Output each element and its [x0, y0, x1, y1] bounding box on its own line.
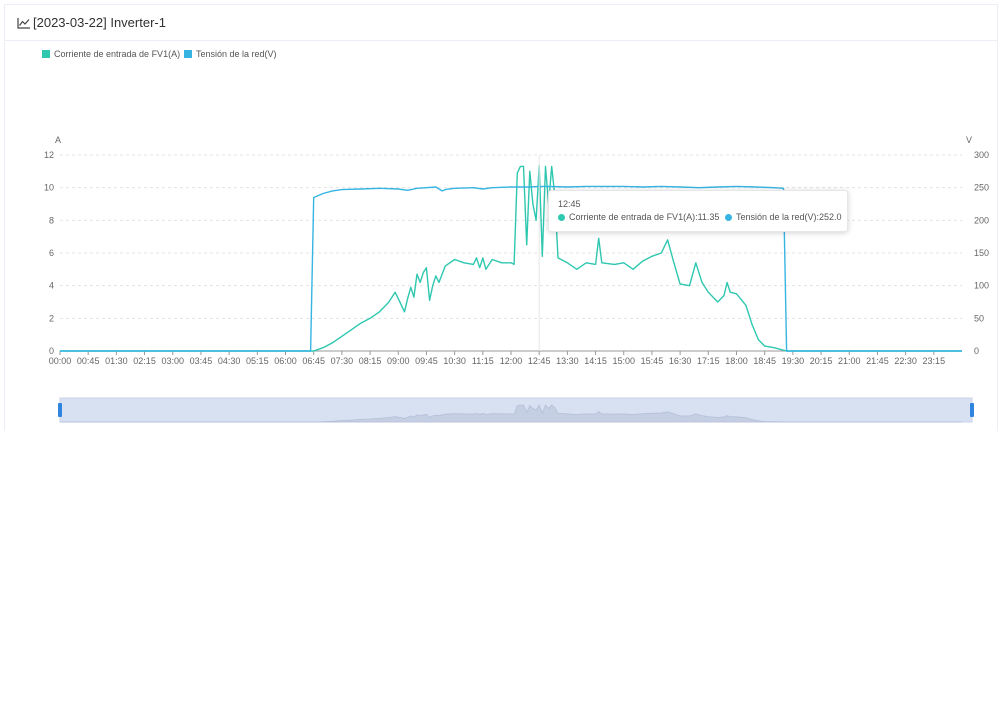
y-right-tick-label: 150 — [974, 248, 989, 258]
y-left-tick-label: 12 — [44, 150, 54, 160]
y-right-tick-label: 200 — [974, 215, 989, 225]
y-left-tick-label: 0 — [49, 346, 54, 356]
x-tick-label: 18:45 — [753, 356, 776, 366]
x-tick-label: 22:30 — [894, 356, 917, 366]
x-tick-label: 12:45 — [528, 356, 551, 366]
x-tick-label: 01:30 — [105, 356, 128, 366]
tooltip-item-label: Corriente de entrada de FV1(A):11.35 — [569, 212, 720, 222]
x-tick-label: 05:15 — [246, 356, 269, 366]
x-tick-label: 11:15 — [472, 356, 494, 366]
y-right-tick-label: 250 — [974, 183, 989, 193]
y-left-tick-label: 10 — [44, 183, 54, 193]
x-tick-label: 02:15 — [133, 356, 156, 366]
x-tick-label: 21:00 — [838, 356, 861, 366]
x-tick-label: 17:15 — [697, 356, 720, 366]
x-tick-label: 08:15 — [359, 356, 382, 366]
x-tick-label: 20:15 — [810, 356, 833, 366]
x-tick-label: 10:30 — [443, 356, 466, 366]
chart-tooltip: 12:45 Corriente de entrada de FV1(A):11.… — [548, 190, 848, 232]
legend-label: Tensión de la red(V) — [196, 49, 277, 59]
y-right-tick-label: 300 — [974, 150, 989, 160]
x-tick-label: 07:30 — [331, 356, 354, 366]
y-left-unit-label: A — [55, 135, 61, 145]
y-right-tick-label: 50 — [974, 313, 984, 323]
x-tick-label: 12:00 — [500, 356, 523, 366]
x-tick-label: 03:00 — [161, 356, 184, 366]
x-tick-label: 15:00 — [612, 356, 635, 366]
legend-swatch — [184, 50, 192, 58]
y-left-tick-label: 6 — [49, 248, 54, 258]
y-left-tick-label: 8 — [49, 215, 54, 225]
tooltip-time: 12:45 — [558, 199, 581, 209]
y-right-unit-label: V — [966, 135, 972, 145]
zoom-handle-end[interactable] — [970, 403, 974, 417]
y-right-tick-label: 0 — [974, 346, 979, 356]
x-tick-label: 06:00 — [274, 356, 297, 366]
tooltip-marker — [725, 213, 732, 221]
x-tick-label: 19:30 — [782, 356, 805, 366]
x-tick-label: 00:00 — [49, 356, 72, 366]
y-left-tick-label: 4 — [49, 281, 54, 291]
x-tick-label: 23:15 — [923, 356, 946, 366]
x-tick-label: 14:15 — [584, 356, 607, 366]
line-chart: Corriente de entrada de FV1(A) Tensión de… — [42, 49, 989, 423]
legend-swatch — [42, 50, 50, 58]
legend-label: Corriente de entrada de FV1(A) — [54, 49, 180, 59]
x-tick-label: 13:30 — [556, 356, 579, 366]
zoom-handle-start[interactable] — [58, 403, 62, 417]
x-tick-label: 04:30 — [218, 356, 241, 366]
x-tick-label: 09:45 — [415, 356, 438, 366]
x-tick-label: 16:30 — [669, 356, 692, 366]
x-tick-label: 03:45 — [190, 356, 213, 366]
tooltip-marker — [558, 213, 565, 221]
x-tick-label: 06:45 — [302, 356, 325, 366]
x-tick-label: 15:45 — [641, 356, 664, 366]
tooltip-item-current: Corriente de entrada de FV1(A):11.35 — [558, 212, 719, 222]
x-tick-label: 09:00 — [387, 356, 410, 366]
x-tick-label: 18:00 — [725, 356, 748, 366]
x-tick-label: 00:45 — [77, 356, 100, 366]
y-left-tick-label: 2 — [49, 313, 54, 323]
x-tick-label: 21:45 — [866, 356, 889, 366]
tooltip-item-label: Tensión de la red(V):252.0 — [736, 212, 842, 222]
tooltip-item-voltage: Tensión de la red(V):252.0 — [725, 212, 842, 222]
y-right-tick-label: 100 — [974, 281, 989, 291]
